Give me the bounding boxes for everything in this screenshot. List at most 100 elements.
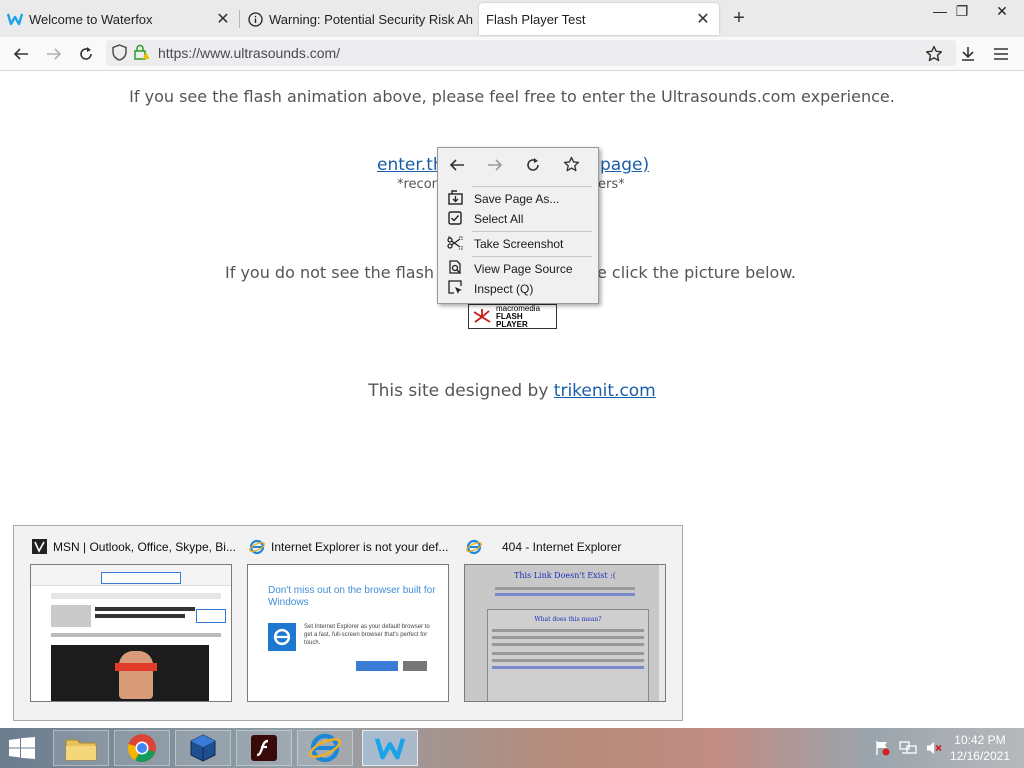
page-source-icon	[444, 260, 466, 278]
new-tab-button[interactable]: +	[727, 6, 751, 30]
windows-logo-icon	[9, 737, 35, 759]
menu-label: Take Screenshot	[474, 237, 564, 251]
menu-label: Select All	[474, 212, 524, 226]
no-flash-text-left: If you do not see the flash	[225, 263, 435, 282]
download-icon	[962, 47, 974, 61]
taskbar-chrome[interactable]	[114, 730, 170, 766]
macromedia-logo-icon	[473, 308, 491, 323]
context-reload-icon[interactable]	[514, 157, 552, 178]
select-all-icon	[444, 210, 466, 228]
enter-link-right[interactable]: page)	[600, 155, 649, 175]
menu-select-all[interactable]: Select All	[438, 209, 596, 229]
enter-link-left[interactable]: enter.th	[377, 155, 444, 175]
inspect-icon	[444, 280, 466, 298]
tab-flash-player-test[interactable]: Flash Player Test ✕	[479, 3, 719, 35]
url-text[interactable]: https://www.ultrasounds.com/	[158, 45, 340, 61]
ie-promo-text: Set Internet Explorer as your default br…	[304, 624, 430, 646]
taskbar-clock[interactable]: 10:42 PM 12/16/2021	[950, 732, 1010, 764]
taskbar-flash-player[interactable]	[236, 730, 292, 766]
designed-by-text: This site designed by trikenit.com	[368, 381, 656, 401]
hamburger-menu-icon	[994, 48, 1008, 60]
menu-label: View Page Source	[474, 262, 573, 276]
tab-title: Flash Player Test	[486, 11, 586, 27]
taskbar-waterfox[interactable]	[362, 730, 418, 766]
taskbar-thumbnail-preview: MSN | Outlook, Office, Skype, Bi... Inte…	[13, 525, 683, 721]
menu-save-page-as[interactable]: Save Page As...	[438, 189, 596, 209]
tracking-shield-icon	[112, 44, 127, 61]
clock-time: 10:42 PM	[954, 733, 1006, 747]
url-bar[interactable]: https://www.ultrasounds.com/	[106, 40, 956, 66]
navigation-toolbar: https://www.ultrasounds.com/	[0, 37, 1024, 71]
context-back-icon[interactable]	[438, 157, 476, 177]
menu-label: Inspect (Q)	[474, 282, 534, 296]
context-menu: Save Page As... Select All Take Screensh…	[437, 147, 599, 304]
reload-icon	[80, 47, 92, 60]
windows-taskbar: 10:42 PM 12/16/2021	[0, 728, 1024, 768]
msn-icon	[32, 539, 47, 554]
preview-title-404[interactable]: 404 - Internet Explorer	[466, 539, 621, 555]
context-forward-icon[interactable]	[476, 157, 514, 177]
tab-security-warning[interactable]: Warning: Potential Security Risk Ah	[240, 3, 478, 35]
forward-arrow-icon	[47, 48, 62, 60]
waterfox-icon	[374, 738, 406, 760]
reload-button[interactable]	[73, 41, 99, 67]
thumbnail-404[interactable]: This Link Doesn't Exist :( What does thi…	[464, 564, 666, 702]
close-tab-icon[interactable]: ✕	[213, 9, 233, 29]
screenshot-icon	[444, 236, 466, 253]
flash-logo-player: PLAYER	[496, 319, 528, 329]
tab-strip: Welcome to Waterfox ✕ Warning: Potential…	[0, 0, 1024, 37]
menu-inspect[interactable]: Inspect (Q)	[438, 279, 596, 299]
ie-promo-heading: Don't miss out on the browser built for …	[268, 585, 436, 608]
waterfox-icon	[7, 11, 23, 27]
tab-title: Welcome to Waterfox	[29, 11, 153, 27]
thumbnail-ie-default[interactable]: Don't miss out on the browser built for …	[247, 564, 449, 702]
preview-title-msn[interactable]: MSN | Outlook, Office, Skype, Bi...	[32, 539, 236, 554]
star-icon	[925, 45, 943, 62]
network-icon[interactable]	[899, 740, 917, 756]
taskbar-internet-explorer[interactable]	[297, 730, 353, 766]
intro-text: If you see the flash animation above, pl…	[129, 87, 895, 106]
info-icon	[247, 11, 263, 27]
back-button[interactable]	[8, 41, 34, 67]
close-window-button[interactable]: ✕	[986, 0, 1018, 22]
thumbnail-msn[interactable]	[30, 564, 232, 702]
taskbar-virtualbox[interactable]	[175, 730, 231, 766]
clock-date: 12/16/2021	[949, 749, 1010, 763]
taskbar-file-explorer[interactable]	[53, 730, 109, 766]
ie-logo-icon	[268, 623, 296, 651]
404-heading: This Link Doesn't Exist :(	[514, 571, 616, 580]
flash-player-logo[interactable]: macromedia FLASH PLAYER	[468, 304, 557, 329]
internet-explorer-icon	[466, 539, 482, 555]
trikenit-link[interactable]: trikenit.com	[554, 381, 656, 401]
internet-explorer-icon	[309, 733, 341, 763]
back-arrow-icon	[13, 48, 28, 60]
save-page-icon	[444, 190, 466, 208]
volume-muted-icon[interactable]	[926, 740, 942, 756]
menu-label: Save Page As...	[474, 192, 560, 206]
recommend-text-right: ers*	[598, 177, 625, 192]
no-flash-text-right: e click the picture below.	[597, 263, 797, 282]
system-tray	[874, 740, 942, 756]
restore-button[interactable]: ❐	[946, 0, 978, 22]
folder-icon	[65, 739, 97, 761]
context-menu-nav	[438, 148, 598, 186]
preview-title-ie-default[interactable]: Internet Explorer is not your def...	[249, 539, 448, 555]
menu-take-screenshot[interactable]: Take Screenshot	[438, 234, 596, 254]
menu-button[interactable]	[988, 41, 1014, 67]
internet-explorer-icon	[249, 539, 265, 555]
tab-welcome-waterfox[interactable]: Welcome to Waterfox ✕	[0, 3, 239, 35]
close-tab-icon[interactable]: ✕	[693, 9, 713, 29]
bookmark-star-button[interactable]	[921, 41, 947, 67]
forward-button[interactable]	[41, 41, 67, 67]
start-button[interactable]	[6, 734, 38, 762]
tab-title: Warning: Potential Security Risk Ah	[269, 11, 473, 27]
flash-icon	[251, 735, 277, 761]
downloads-button[interactable]	[955, 41, 981, 67]
lock-warning-icon	[134, 44, 150, 60]
action-center-flag-icon[interactable]	[874, 740, 890, 756]
chrome-icon	[127, 734, 156, 762]
menu-view-page-source[interactable]: View Page Source	[438, 259, 596, 279]
virtualbox-icon	[190, 734, 216, 762]
context-bookmark-icon[interactable]	[552, 156, 590, 178]
404-subheading: What does this mean?	[534, 616, 602, 623]
